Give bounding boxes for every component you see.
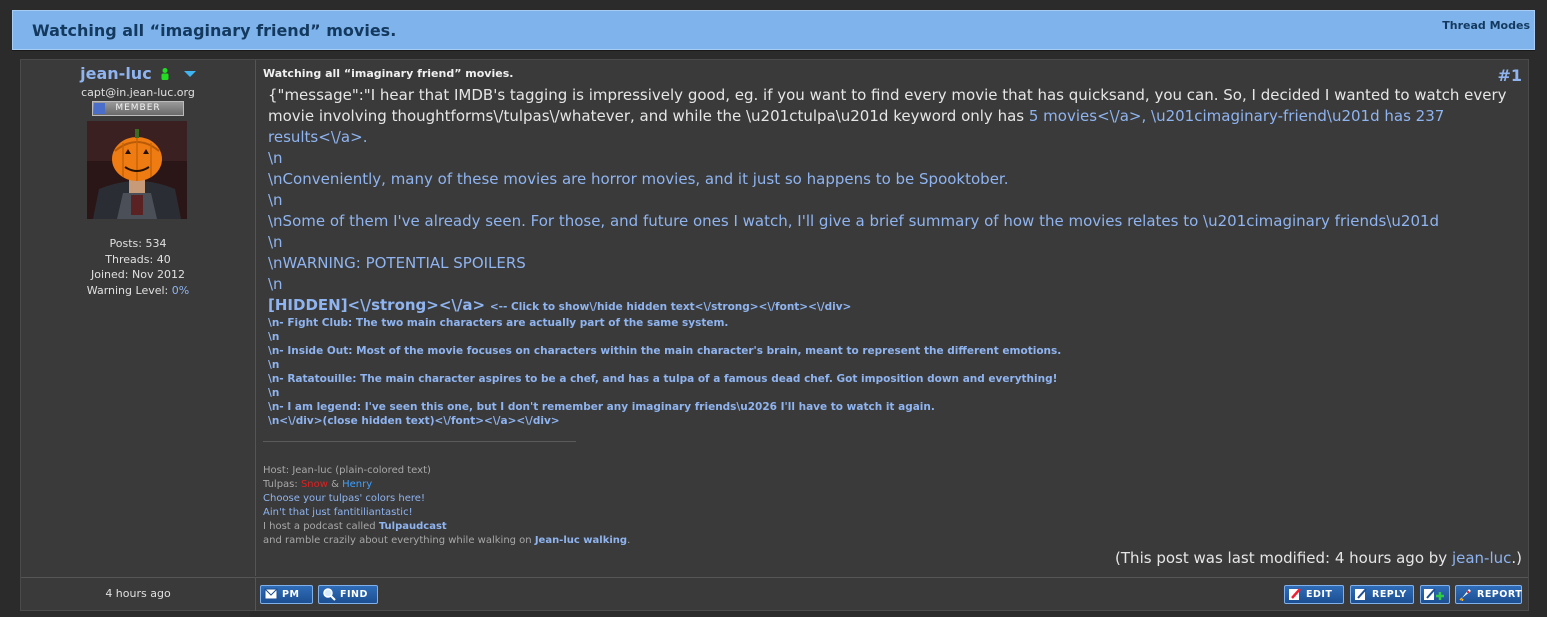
post-subject: Watching all “imaginary friend” movies.	[263, 67, 514, 80]
post-time: 4 hours ago	[21, 577, 256, 611]
message-line: \n	[268, 275, 283, 293]
hidden-close-line[interactable]: \n<\/div>(close hidden text)<\/font><\/a…	[268, 414, 1520, 428]
signature-divider	[263, 441, 576, 442]
hidden-line: \n- Fight Club: The two main characters …	[268, 317, 729, 329]
post-count: Posts: 534	[109, 237, 167, 250]
hidden-line: \n	[268, 359, 280, 371]
podcast-link[interactable]: Tulpaudcast	[379, 521, 447, 532]
reply-button[interactable]: REPLY	[1350, 585, 1414, 604]
pm-button[interactable]: PM	[260, 585, 313, 604]
chevron-down-icon[interactable]	[183, 71, 196, 77]
hidden-line: \n	[268, 331, 280, 343]
find-button[interactable]: FIND	[318, 585, 378, 604]
message-line: \n	[268, 233, 283, 251]
pm-icon	[264, 588, 278, 600]
hidden-line: \n	[268, 387, 280, 399]
warning-level: Warning Level: 0%	[86, 283, 190, 297]
message-line: \nConveniently, many of these movies are…	[268, 170, 1009, 188]
modified-user-link[interactable]: jean-luc	[1452, 549, 1511, 567]
sig-ramble: and ramble crazily about everything whil…	[263, 535, 631, 546]
sig-tulpas: Tulpas: Snow & Henry	[263, 479, 373, 490]
rocket-icon	[1459, 589, 1471, 601]
last-modified: (This post was last modified: 4 hours ag…	[1115, 549, 1522, 567]
tulpa-henry: Henry	[342, 479, 373, 490]
author-stats: Posts: 534 Threads: 40 Joined: Nov 2012 …	[21, 236, 255, 298]
hidden-hint: <-- Click to show\/hide hidden text<\/st…	[489, 301, 852, 313]
sig-podcast: I host a podcast called Tulpaudcast	[263, 521, 447, 532]
author-name-row: jean-luc	[21, 64, 255, 83]
pencil-icon	[1289, 588, 1301, 600]
thread-header: Watching all “imaginary friend” movies. …	[12, 10, 1535, 50]
rank-badge: MEMBER	[92, 101, 184, 116]
hidden-line: \n- Inside Out: Most of the movie focuse…	[268, 345, 1062, 357]
post-content: Watching all “imaginary friend” movies. …	[256, 60, 1528, 576]
online-status-icon	[161, 68, 169, 80]
magnifier-icon	[323, 588, 336, 601]
sig-host: Host: Jean-luc (plain-colored text)	[263, 465, 431, 476]
hidden-line: \n- I am legend: I've seen this one, but…	[268, 401, 935, 413]
multiquote-plus-icon	[1424, 588, 1444, 600]
signature: Host: Jean-luc (plain-colored text) Tulp…	[263, 464, 630, 548]
author-email: capt@in.jean-luc.org	[81, 86, 195, 99]
message-line: \n	[268, 191, 283, 209]
thread-title: Watching all “imaginary friend” movies.	[32, 21, 397, 40]
post-message: {"message":"I hear that IMDB's tagging i…	[268, 85, 1520, 428]
thread-modes-link[interactable]: Thread Modes	[1442, 19, 1530, 32]
avatar[interactable]	[87, 121, 187, 219]
multiquote-button[interactable]	[1420, 585, 1450, 604]
post-footer: PM FIND EDIT REPLY REPORT	[256, 577, 1528, 611]
post: jean-luc capt@in.jean-luc.org MEMBER Pos…	[20, 59, 1529, 611]
hidden-line: \n- Ratatouille: The main character aspi…	[268, 373, 1058, 385]
tulpa-snow: Snow	[300, 479, 328, 490]
message-line: \nSome of them I've already seen. For th…	[268, 212, 1440, 230]
edit-button[interactable]: EDIT	[1284, 585, 1344, 604]
author-panel: jean-luc capt@in.jean-luc.org MEMBER Pos…	[21, 60, 256, 576]
sig-colors-link[interactable]: Choose your tulpas' colors here!	[263, 492, 630, 506]
hidden-toggle-row: [HIDDEN]<\/strong><\/a> <-- Click to sho…	[268, 295, 1520, 316]
walking-link[interactable]: Jean-luc walking	[535, 535, 627, 546]
join-date: Joined: Nov 2012	[91, 268, 185, 281]
sig-fantastic: Ain't that just fantitiliantastic!	[263, 507, 413, 518]
report-button[interactable]: REPORT	[1455, 585, 1522, 604]
rank-icon	[94, 103, 105, 114]
author-username[interactable]: jean-luc	[80, 64, 152, 83]
message-line: \n	[268, 149, 283, 167]
message-line: \nWARNING: POTENTIAL SPOILERS	[268, 254, 526, 272]
thread-count: Threads: 40	[105, 252, 171, 266]
reply-icon	[1355, 588, 1367, 600]
post-number-link[interactable]: #1	[1497, 66, 1522, 85]
hidden-toggle[interactable]: [HIDDEN]<\/strong><\/a>	[268, 296, 485, 314]
warning-level-link[interactable]: 0%	[172, 284, 189, 297]
